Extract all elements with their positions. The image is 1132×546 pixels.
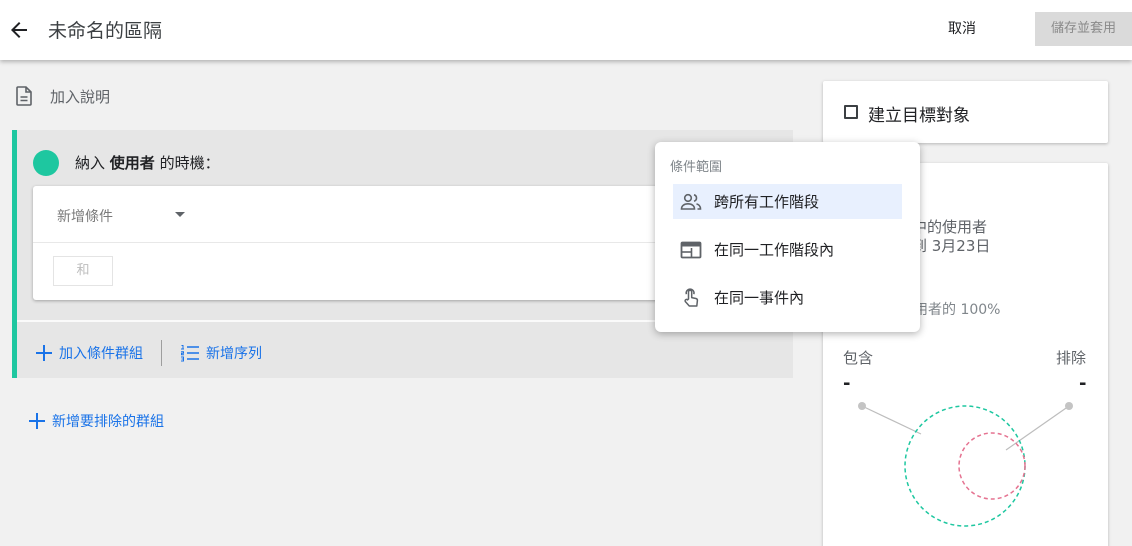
- numbered-list-icon: [181, 345, 199, 362]
- top-app-bar: 未命名的區隔 取消 儲存並套用: [0, 0, 1132, 60]
- and-button[interactable]: 和: [53, 256, 113, 286]
- cancel-button[interactable]: 取消: [948, 18, 976, 38]
- menu-item-label: 在同一事件內: [714, 289, 805, 307]
- include-leader-dot: [858, 402, 866, 410]
- group-actions: 加入條件群組 新增序列: [35, 340, 262, 366]
- add-exclude-group-button[interactable]: 新增要排除的群組: [28, 411, 164, 431]
- summary-date-range-text: 到 3月23日: [912, 237, 991, 255]
- plus-icon: [36, 345, 52, 361]
- heading-scope-users: 使用者: [109, 154, 155, 172]
- condition-scope-menu: 條件範圍 跨所有工作階段 在同一工作階段內 在同一事件內: [655, 142, 920, 332]
- add-exclude-group-label: 新增要排除的群組: [52, 414, 164, 430]
- build-audience-label: 建立目標對象: [868, 106, 970, 126]
- add-sequence-button[interactable]: 新增序列: [180, 343, 262, 363]
- include-circle: [904, 405, 1026, 527]
- session-window-icon: [679, 238, 703, 262]
- add-condition-dropdown[interactable]: 新增條件: [57, 206, 113, 226]
- menu-title: 條件範圍: [670, 160, 723, 175]
- add-description-label: 加入說明: [50, 87, 111, 106]
- touch-icon: [679, 286, 703, 310]
- include-label: 包含: [843, 349, 874, 367]
- menu-item-label: 在同一工作階段內: [714, 241, 835, 259]
- people-icon: [679, 190, 703, 214]
- include-value: -: [843, 373, 851, 394]
- add-condition-group-button[interactable]: 加入條件群組: [35, 343, 143, 363]
- include-leader-line: [861, 405, 922, 435]
- add-sequence-label: 新增序列: [206, 346, 262, 362]
- group-heading: 納入 使用者 的時機：: [75, 152, 220, 173]
- summary-users-text: 中的使用者: [912, 218, 988, 236]
- exclude-leader-dot: [1065, 402, 1073, 410]
- exclude-label: 排除: [1056, 349, 1087, 367]
- dropdown-caret-icon[interactable]: [175, 212, 185, 217]
- exclude-value: -: [1079, 373, 1087, 394]
- menu-item-label: 跨所有工作階段: [714, 193, 820, 211]
- build-audience-checkbox[interactable]: [844, 105, 858, 119]
- venn-diagram: [858, 402, 1073, 527]
- group-color-dot: [33, 150, 59, 176]
- menu-item-across-all-sessions[interactable]: 跨所有工作階段: [673, 184, 902, 219]
- heading-suffix: 的時機：: [159, 154, 220, 172]
- page-title: 未命名的區隔: [48, 20, 163, 42]
- back-arrow-icon[interactable]: [7, 18, 31, 42]
- menu-item-within-same-event[interactable]: 在同一事件內: [673, 280, 902, 315]
- plus-icon: [29, 413, 45, 429]
- document-icon: [16, 86, 32, 106]
- summary-percentage-text: 用者的 100%: [914, 302, 1001, 318]
- add-condition-group-label: 加入條件群組: [59, 346, 143, 362]
- exclude-circle: [958, 432, 1026, 500]
- build-audience-panel: 建立目標對象: [823, 81, 1108, 143]
- save-and-apply-button[interactable]: 儲存並套用: [1035, 12, 1132, 46]
- exclude-leader-line: [1005, 405, 1070, 451]
- heading-prefix: 納入: [75, 154, 106, 172]
- divider: [161, 340, 162, 366]
- add-description-button[interactable]: 加入說明: [14, 84, 110, 108]
- menu-item-within-same-session[interactable]: 在同一工作階段內: [673, 232, 902, 267]
